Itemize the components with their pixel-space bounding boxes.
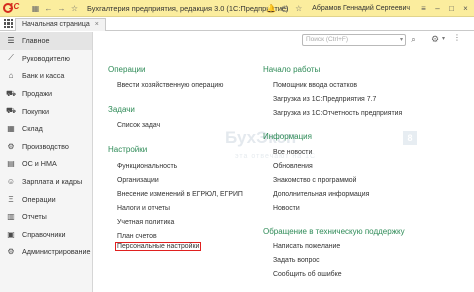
tab-home[interactable]: Начальная страница × — [15, 18, 106, 31]
link-task-list[interactable]: Список задач — [117, 122, 160, 129]
close-window-icon[interactable]: × — [461, 4, 470, 13]
production-icon: ⚙ — [7, 141, 15, 151]
watermark-badge: 8 — [403, 131, 417, 145]
reports-icon: ▥ — [7, 212, 15, 222]
section-info-title: Информация — [263, 132, 312, 141]
sidebar-item-label: Операции — [22, 194, 56, 204]
link-ask-question[interactable]: Задать вопрос — [273, 257, 320, 264]
link-chart-of-accounts[interactable]: План счетов — [117, 233, 157, 240]
sidebar-item-admin[interactable]: ⚙ Администрирование — [0, 243, 92, 261]
link-all-news[interactable]: Все новости — [273, 149, 312, 156]
search-placeholder: Поиск (Ctrl+F) — [306, 36, 349, 43]
sidebar-item-label: ОС и НМА — [22, 159, 57, 169]
sidebar-item-label: Руководителю — [22, 53, 70, 63]
sidebar-item-label: Главное — [22, 36, 50, 46]
sidebar-item-label: Продажи — [22, 89, 53, 99]
section-support-title: Обращение в техническую поддержку — [263, 227, 405, 236]
sidebar-item-sales[interactable]: ⛟ Продажи — [0, 85, 92, 103]
section-settings-title: Настройки — [108, 145, 148, 154]
link-taxes-reports[interactable]: Налоги и отчеты — [117, 205, 170, 212]
link-functionality[interactable]: Функциональность — [117, 163, 177, 170]
tab-home-label: Начальная страница — [22, 21, 90, 28]
bank-icon: ⌂ — [8, 71, 14, 81]
cart-in-icon: ⛟ — [5, 106, 17, 116]
sidebar-item-label: Зарплата и кадры — [22, 177, 83, 187]
link-balance-assistant[interactable]: Помощник ввода остатков — [273, 82, 357, 89]
link-accounting-policy[interactable]: Учетная политика — [117, 219, 174, 226]
main-panel: Поиск (Ctrl+F) ▾ ⌕ ⚙ ▾ ⋮ БухЭксп эта отв… — [94, 32, 474, 292]
link-updates[interactable]: Обновления — [273, 163, 313, 170]
admin-icon: ⚙ — [7, 247, 15, 257]
section-operations-title: Операции — [108, 65, 146, 74]
sidebar-item-bank[interactable]: ⌂ Банк и касса — [0, 67, 92, 85]
maximize-icon[interactable]: □ — [447, 4, 456, 13]
link-additional-info[interactable]: Дополнительная информация — [273, 191, 369, 198]
section-tasks-title: Задачи — [108, 105, 135, 114]
section-start-title: Начало работы — [263, 65, 321, 74]
link-news[interactable]: Новости — [273, 205, 300, 212]
sidebar-item-label: Отчеты — [22, 212, 47, 222]
forward-arrow-icon[interactable]: → — [57, 4, 66, 13]
sidebar-item-label: Склад — [22, 124, 43, 134]
star-icon[interactable]: ☆ — [70, 4, 79, 13]
minimize-icon[interactable]: – — [433, 4, 442, 13]
operations-icon: Ξ — [8, 194, 14, 204]
link-load-77[interactable]: Загрузка из 1С:Предприятия 7.7 — [273, 96, 376, 103]
sidebar-item-assets[interactable]: ▤ ОС и НМА — [0, 155, 92, 173]
link-load-reporting[interactable]: Загрузка из 1С:Отчетность предприятия — [273, 110, 402, 117]
menu-icon: ☰ — [7, 36, 15, 46]
sidebar-item-main[interactable]: ☰ Главное — [0, 32, 92, 50]
tab-close-icon[interactable]: × — [95, 19, 99, 31]
link-intro[interactable]: Знакомство с программой — [273, 177, 356, 184]
menu-lines-icon[interactable]: ≡ — [419, 4, 428, 13]
more-options-icon[interactable]: ⋮ — [453, 33, 461, 42]
catalogs-icon: ▣ — [7, 229, 15, 239]
sidebar-item-catalogs[interactable]: ▣ Справочники — [0, 226, 92, 244]
title-bar: 1С ▦ ← → ☆ Бухгалтерия предприятия, реда… — [0, 0, 474, 17]
assets-icon: ▤ — [7, 159, 15, 169]
history-icon[interactable]: ◷ — [280, 4, 289, 13]
link-write-wish[interactable]: Написать пожелание — [273, 243, 340, 250]
sidebar-item-label: Производство — [22, 141, 69, 151]
link-personal-settings[interactable]: Персональные настройки — [115, 242, 202, 251]
gear-icon[interactable]: ⚙ — [431, 34, 439, 45]
staff-icon: ☺ — [6, 177, 16, 187]
sidebar-item-manager[interactable]: ⟋ Руководителю — [0, 50, 92, 68]
cart-out-icon: ⛟ — [5, 88, 17, 98]
chart-icon: ⟋ — [8, 53, 14, 63]
search-icon[interactable]: ⌕ — [408, 34, 419, 46]
bell-icon[interactable]: 🔔 — [266, 4, 276, 13]
sidebar-item-operations[interactable]: Ξ Операции — [0, 190, 92, 208]
sidebar-item-reports[interactable]: ▥ Отчеты — [0, 208, 92, 226]
link-egrul-changes[interactable]: Внесение изменений в ЕГРЮЛ, ЕГРИП — [117, 191, 243, 198]
tab-bar: Начальная страница × — [0, 17, 474, 31]
user-name[interactable]: Абрамов Геннадий Сергеевич — [312, 5, 410, 12]
sidebar-item-label: Покупки — [22, 106, 50, 116]
sidebar-item-label: Банк и касса — [22, 71, 65, 81]
window-title: Бухгалтерия предприятия, редакция 3.0 (1… — [87, 3, 289, 13]
home-grid-icon[interactable] — [4, 19, 14, 29]
link-organizations[interactable]: Организации — [117, 177, 159, 184]
app-logo-icon[interactable]: 1С — [3, 2, 25, 14]
star-outline-icon[interactable]: ☆ — [294, 4, 303, 13]
link-report-error[interactable]: Сообщить об ошибке — [273, 271, 342, 278]
chevron-down-icon[interactable]: ▾ — [442, 35, 445, 42]
grid-menu-icon[interactable]: ▦ — [31, 4, 40, 13]
sidebar-item-label: Администрирование — [22, 247, 91, 257]
sidebar-item-purchases[interactable]: ⛟ Покупки — [0, 102, 92, 120]
warehouse-icon: ▦ — [7, 124, 15, 134]
sidebar-item-staff[interactable]: ☺ Зарплата и кадры — [0, 173, 92, 191]
link-enter-operation[interactable]: Ввести хозяйственную операцию — [117, 82, 223, 89]
back-arrow-icon[interactable]: ← — [44, 4, 53, 13]
search-dropdown-icon[interactable]: ▾ — [400, 35, 403, 45]
sidebar-item-warehouse[interactable]: ▦ Склад — [0, 120, 92, 138]
search-input[interactable]: Поиск (Ctrl+F) ▾ — [302, 34, 406, 46]
sidebar-item-production[interactable]: ⚙ Производство — [0, 138, 92, 156]
sidebar-item-label: Справочники — [22, 229, 66, 239]
sidebar: ☰ Главное ⟋ Руководителю ⌂ Банк и касса ⛟ Пр… — [0, 32, 93, 292]
